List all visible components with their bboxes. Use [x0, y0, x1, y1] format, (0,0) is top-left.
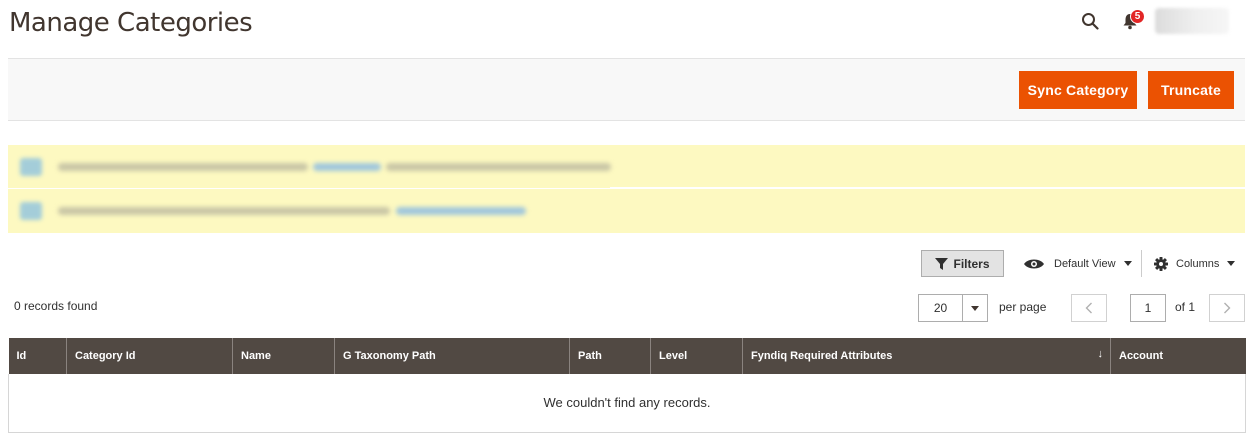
blurred-notice-text — [58, 207, 390, 215]
empty-row: We couldn't find any records. — [8, 374, 1246, 433]
page-actions-bar: Sync Category Truncate — [8, 58, 1245, 121]
notice-info-icon — [20, 202, 42, 220]
column-header-label: Id — [16, 350, 27, 362]
columns-dropdown[interactable]: Columns — [1154, 250, 1236, 277]
caret-down-icon — [971, 305, 979, 311]
empty-grid-message: We couldn't find any records. — [8, 374, 1246, 433]
chevron-left-icon — [1085, 302, 1092, 314]
column-header-label: Account — [1119, 350, 1163, 362]
per-page-label: per page — [999, 300, 1047, 314]
column-header-label: Path — [578, 350, 602, 362]
gear-icon — [1154, 256, 1168, 271]
chevron-right-icon — [1224, 302, 1231, 314]
notification-count-badge: 5 — [1130, 9, 1145, 24]
truncate-button[interactable]: Truncate — [1148, 71, 1234, 109]
next-page-button[interactable] — [1209, 294, 1245, 322]
user-account-menu[interactable] — [1155, 8, 1229, 34]
default-view-dropdown[interactable]: Default View — [1023, 250, 1132, 277]
blurred-notice-link[interactable] — [313, 163, 381, 171]
column-header-path[interactable]: Path — [569, 338, 651, 374]
column-header-g-taxonomy-path[interactable]: G Taxonomy Path — [334, 338, 570, 374]
column-header-category-id[interactable]: Category Id — [66, 338, 233, 374]
column-header-name[interactable]: Name — [232, 338, 335, 374]
previous-page-button[interactable] — [1071, 294, 1107, 322]
notice-info-icon — [20, 158, 42, 176]
toolbar-divider — [1141, 250, 1142, 277]
blurred-notice-text — [386, 163, 611, 171]
notice-message-2 — [8, 189, 1245, 233]
filter-icon — [935, 257, 949, 270]
search-icon — [1082, 13, 1099, 30]
page-title: Manage Categories — [9, 8, 253, 38]
grid-header-row: Id Category Id Name G Taxonomy Path Path… — [8, 338, 1246, 374]
column-header-fyndiq-required-attributes[interactable]: Fyndiq Required Attributes ↓ — [742, 338, 1111, 374]
categories-grid: Id Category Id Name G Taxonomy Path Path… — [8, 338, 1246, 433]
notifications-button[interactable]: 5 — [1113, 6, 1147, 36]
column-header-label: Level — [659, 350, 688, 362]
column-header-account[interactable]: Account — [1110, 338, 1246, 374]
header-actions: 5 — [1073, 6, 1229, 36]
search-button[interactable] — [1073, 6, 1107, 36]
sort-arrow-icon: ↓ — [1097, 348, 1104, 360]
column-header-level[interactable]: Level — [650, 338, 743, 374]
total-pages-label: of 1 — [1175, 300, 1196, 314]
column-header-label: G Taxonomy Path — [343, 350, 436, 362]
blurred-notice-link[interactable] — [396, 207, 526, 215]
per-page-select[interactable]: 20 — [918, 294, 988, 322]
column-header-label: Fyndiq Required Attributes — [751, 350, 893, 362]
default-view-label: Default View — [1054, 257, 1116, 270]
notice-message-1 — [8, 145, 1245, 188]
filters-label: Filters — [953, 256, 990, 271]
caret-down-icon — [1227, 261, 1236, 266]
eye-icon — [1024, 259, 1044, 268]
caret-down-icon — [1123, 261, 1132, 266]
column-header-label: Name — [241, 350, 271, 362]
per-page-value: 20 — [919, 295, 963, 321]
columns-label: Columns — [1176, 257, 1220, 270]
column-header-label: Category Id — [75, 350, 136, 362]
sync-category-button[interactable]: Sync Category — [1019, 71, 1137, 109]
per-page-toggle-button[interactable] — [963, 295, 987, 321]
grid-toolbar: Filters Default View Columns — [0, 250, 1249, 280]
filters-button[interactable]: Filters — [921, 250, 1004, 277]
blurred-notice-text — [58, 163, 308, 171]
records-found-count: 0 records found — [14, 299, 98, 313]
column-header-id[interactable]: Id — [8, 338, 67, 374]
current-page-input[interactable] — [1130, 294, 1166, 322]
